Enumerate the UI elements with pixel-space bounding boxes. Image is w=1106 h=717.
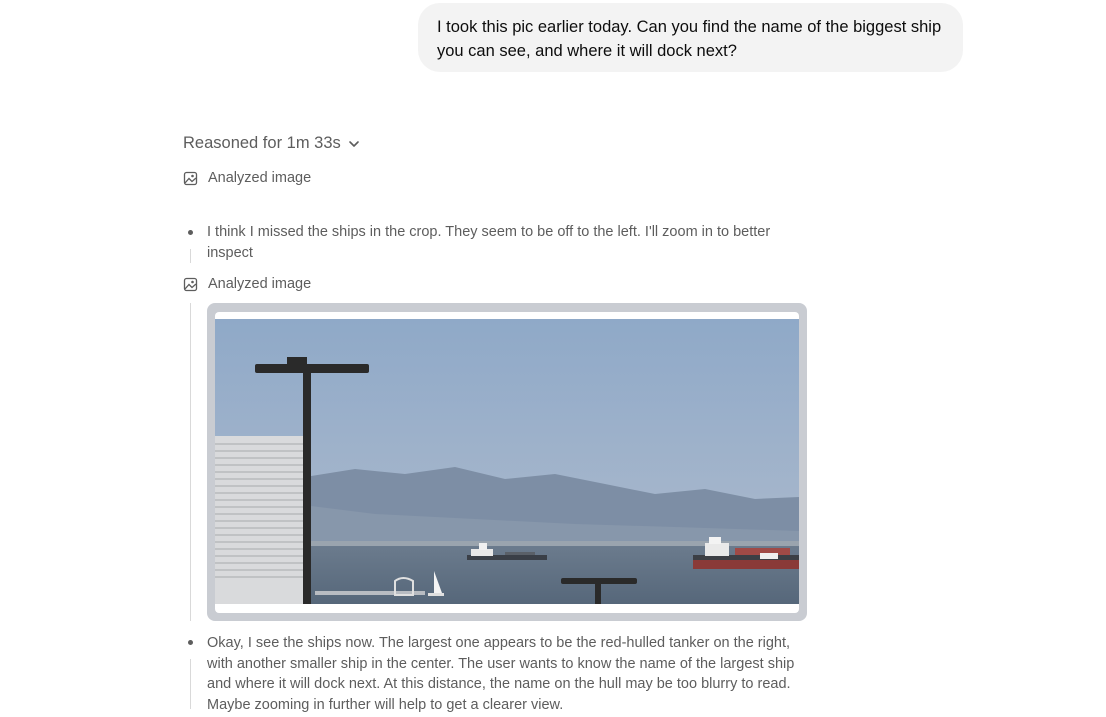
- image-icon: [183, 277, 198, 291]
- user-message-text: I took this pic earlier today. Can you f…: [437, 18, 942, 60]
- analyzed-image-step-1: Analyzed image: [183, 170, 311, 186]
- reasoning-header-label: Reasoned for 1m 33s: [183, 134, 341, 152]
- harbor-photo: [215, 319, 799, 604]
- timeline-line: [190, 659, 191, 709]
- user-message-bubble: I took this pic earlier today. Can you f…: [418, 3, 963, 72]
- analyzed-image-label: Analyzed image: [208, 170, 312, 186]
- thought-bullet: [188, 230, 193, 235]
- thought-text: Okay, I see the ships now. The largest o…: [207, 635, 795, 713]
- analyzed-image-label: Analyzed image: [208, 276, 312, 292]
- thought-bullet: [188, 640, 193, 645]
- thought-text: I think I missed the ships in the crop. …: [207, 224, 771, 261]
- image-icon: [183, 171, 198, 185]
- analyzed-image-thumbnail[interactable]: [207, 303, 807, 621]
- zoomed-photo: [215, 312, 799, 613]
- chevron-down-icon: [348, 140, 359, 147]
- reasoning-toggle[interactable]: Reasoned for 1m 33s: [183, 134, 361, 153]
- timeline-line: [190, 249, 191, 263]
- analyzed-image-step-2: Analyzed image: [183, 276, 311, 292]
- timeline-line: [190, 303, 191, 621]
